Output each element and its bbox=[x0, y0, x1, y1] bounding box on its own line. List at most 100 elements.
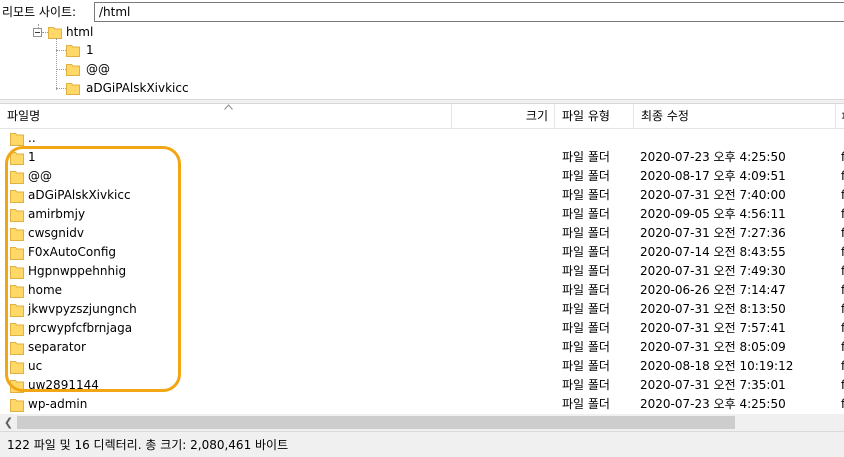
status-bar: 122 파일 및 16 디렉터리. 총 크기: 2,080,461 바이트 bbox=[0, 431, 844, 457]
file-modified: 2020-07-31 오전 7:57:41 bbox=[640, 321, 786, 335]
column-header-size[interactable]: 크기 bbox=[452, 104, 555, 129]
file-type: 파일 폴더 bbox=[562, 245, 610, 259]
list-item[interactable]: aDGiPAlskXivkicc 파일 폴더 2020-07-31 오전 7:4… bbox=[0, 186, 844, 205]
sort-ascending-icon bbox=[224, 104, 233, 110]
folder-icon bbox=[66, 64, 80, 76]
list-item[interactable]: cwsgnidv 파일 폴더 2020-07-31 오전 7:27:36 f bbox=[0, 224, 844, 243]
file-list: .. 1 파일 폴더 2020-07-23 오후 4:25:50 f @@ 파일… bbox=[0, 129, 844, 414]
file-name: wp-admin bbox=[28, 397, 88, 411]
file-modified: 2020-09-05 오후 4:56:11 bbox=[640, 207, 786, 221]
list-item[interactable]: .. bbox=[0, 129, 844, 148]
folder-icon bbox=[10, 323, 24, 336]
tree-item-atat[interactable]: @@ bbox=[86, 60, 110, 78]
tree-item-1[interactable]: 1 bbox=[86, 41, 94, 59]
file-modified: 2020-07-31 오전 7:40:00 bbox=[640, 188, 786, 202]
folder-icon bbox=[10, 361, 24, 374]
tree-connector bbox=[56, 88, 66, 89]
file-modified: 2020-08-18 오전 10:19:12 bbox=[640, 359, 794, 373]
folder-icon bbox=[10, 285, 24, 298]
file-name: amirbmjy bbox=[28, 207, 86, 221]
file-type: 파일 폴더 bbox=[562, 169, 610, 183]
folder-icon bbox=[10, 247, 24, 260]
file-type: 파일 폴더 bbox=[562, 264, 610, 278]
horizontal-scrollbar[interactable]: ❮ bbox=[0, 414, 844, 431]
file-type: 파일 폴더 bbox=[562, 397, 610, 411]
file-type: 파일 폴더 bbox=[562, 378, 610, 392]
remote-site-bar: 리모트 사이트: /html bbox=[0, 0, 844, 24]
file-name: cwsgnidv bbox=[28, 226, 84, 240]
column-header-modified[interactable]: 최종 수정 bbox=[634, 104, 836, 129]
folder-icon bbox=[10, 152, 24, 165]
file-type: 파일 폴더 bbox=[562, 340, 610, 354]
list-item[interactable]: wp-admin 파일 폴더 2020-07-23 오후 4:25:50 f bbox=[0, 395, 844, 414]
list-item[interactable]: @@ 파일 폴더 2020-08-17 오후 4:09:51 f bbox=[0, 167, 844, 186]
folder-icon bbox=[10, 171, 24, 184]
folder-icon bbox=[66, 83, 80, 95]
list-item[interactable]: jkwvpyzszjungnch 파일 폴더 2020-07-31 오전 8:1… bbox=[0, 300, 844, 319]
tree-connector bbox=[56, 50, 66, 51]
file-type: 파일 폴더 bbox=[562, 226, 610, 240]
file-name: uw2891144 bbox=[28, 378, 99, 392]
file-type: 파일 폴더 bbox=[562, 302, 610, 316]
scrollbar-thumb[interactable] bbox=[17, 416, 735, 429]
file-type: 파일 폴더 bbox=[562, 207, 610, 221]
folder-icon bbox=[10, 190, 24, 203]
file-modified: 2020-07-31 오전 8:05:09 bbox=[640, 340, 786, 354]
list-item[interactable]: Hgpnwppehnhig 파일 폴더 2020-07-31 오전 7:49:3… bbox=[0, 262, 844, 281]
directory-tree: html 1 @@ aDGiPAlskXivkicc bbox=[0, 24, 844, 99]
file-type: 파일 폴더 bbox=[562, 188, 610, 202]
file-name: uc bbox=[28, 359, 43, 373]
folder-icon bbox=[10, 380, 24, 393]
collapse-icon[interactable] bbox=[33, 28, 42, 37]
file-name: prcwypfcfbrnjaga bbox=[28, 321, 133, 335]
file-name: aDGiPAlskXivkicc bbox=[28, 188, 131, 202]
file-name: @@ bbox=[28, 169, 52, 183]
tree-item-adgipalskxivkicc[interactable]: aDGiPAlskXivkicc bbox=[86, 79, 189, 97]
file-modified: 2020-07-31 오전 8:13:50 bbox=[640, 302, 786, 316]
file-modified: 2020-07-31 오전 7:49:30 bbox=[640, 264, 786, 278]
list-item[interactable]: prcwypfcfbrnjaga 파일 폴더 2020-07-31 오전 7:5… bbox=[0, 319, 844, 338]
folder-icon bbox=[10, 133, 24, 146]
file-modified: 2020-08-17 오후 4:09:51 bbox=[640, 169, 786, 183]
column-header-type[interactable]: 파일 유형 bbox=[555, 104, 634, 129]
list-item[interactable]: uc 파일 폴더 2020-08-18 오전 10:19:12 f bbox=[0, 357, 844, 376]
file-name: home bbox=[28, 283, 63, 297]
tree-connector bbox=[56, 38, 57, 90]
list-item[interactable]: uw2891144 파일 폴더 2020-07-31 오전 7:35:01 f bbox=[0, 376, 844, 395]
folder-icon bbox=[48, 27, 62, 39]
file-modified: 2020-07-31 오전 7:35:01 bbox=[640, 378, 786, 392]
list-item[interactable]: separator 파일 폴더 2020-07-31 오전 8:05:09 f bbox=[0, 338, 844, 357]
file-name: separator bbox=[28, 340, 86, 354]
list-item[interactable]: F0xAutoConfig 파일 폴더 2020-07-14 오전 8:43:5… bbox=[0, 243, 844, 262]
column-header-permissions[interactable]: ㅍ bbox=[836, 104, 844, 129]
remote-path-input[interactable]: /html bbox=[94, 2, 844, 22]
file-type: 파일 폴더 bbox=[562, 283, 610, 297]
list-item[interactable]: 1 파일 폴더 2020-07-23 오후 4:25:50 f bbox=[0, 148, 844, 167]
file-modified: 2020-06-26 오전 7:14:47 bbox=[640, 283, 786, 297]
folder-icon bbox=[10, 209, 24, 222]
file-name: Hgpnwppehnhig bbox=[28, 264, 127, 278]
file-name: jkwvpyzszjungnch bbox=[28, 302, 137, 316]
file-modified: 2020-07-23 오후 4:25:50 bbox=[640, 397, 786, 411]
file-name: .. bbox=[28, 131, 36, 145]
folder-icon bbox=[10, 399, 24, 412]
file-modified: 2020-07-14 오전 8:43:55 bbox=[640, 245, 786, 259]
folder-icon bbox=[10, 266, 24, 279]
file-modified: 2020-07-31 오전 7:27:36 bbox=[640, 226, 786, 240]
folder-icon bbox=[66, 45, 80, 57]
file-type: 파일 폴더 bbox=[562, 321, 610, 335]
status-text: 122 파일 및 16 디렉터리. 총 크기: 2,080,461 바이트 bbox=[7, 438, 289, 452]
list-item[interactable]: amirbmjy 파일 폴더 2020-09-05 오후 4:56:11 f bbox=[0, 205, 844, 224]
folder-icon bbox=[10, 228, 24, 241]
file-type: 파일 폴더 bbox=[562, 359, 610, 373]
file-name: F0xAutoConfig bbox=[28, 245, 117, 259]
remote-site-label: 리모트 사이트: bbox=[2, 5, 77, 19]
file-name: 1 bbox=[28, 150, 36, 164]
file-type: 파일 폴더 bbox=[562, 150, 610, 164]
file-modified: 2020-07-23 오후 4:25:50 bbox=[640, 150, 786, 164]
tree-item-html[interactable]: html bbox=[66, 24, 93, 41]
folder-icon bbox=[10, 342, 24, 355]
scroll-left-icon[interactable]: ❮ bbox=[0, 414, 17, 431]
tree-connector bbox=[56, 69, 66, 70]
list-item[interactable]: home 파일 폴더 2020-06-26 오전 7:14:47 f bbox=[0, 281, 844, 300]
